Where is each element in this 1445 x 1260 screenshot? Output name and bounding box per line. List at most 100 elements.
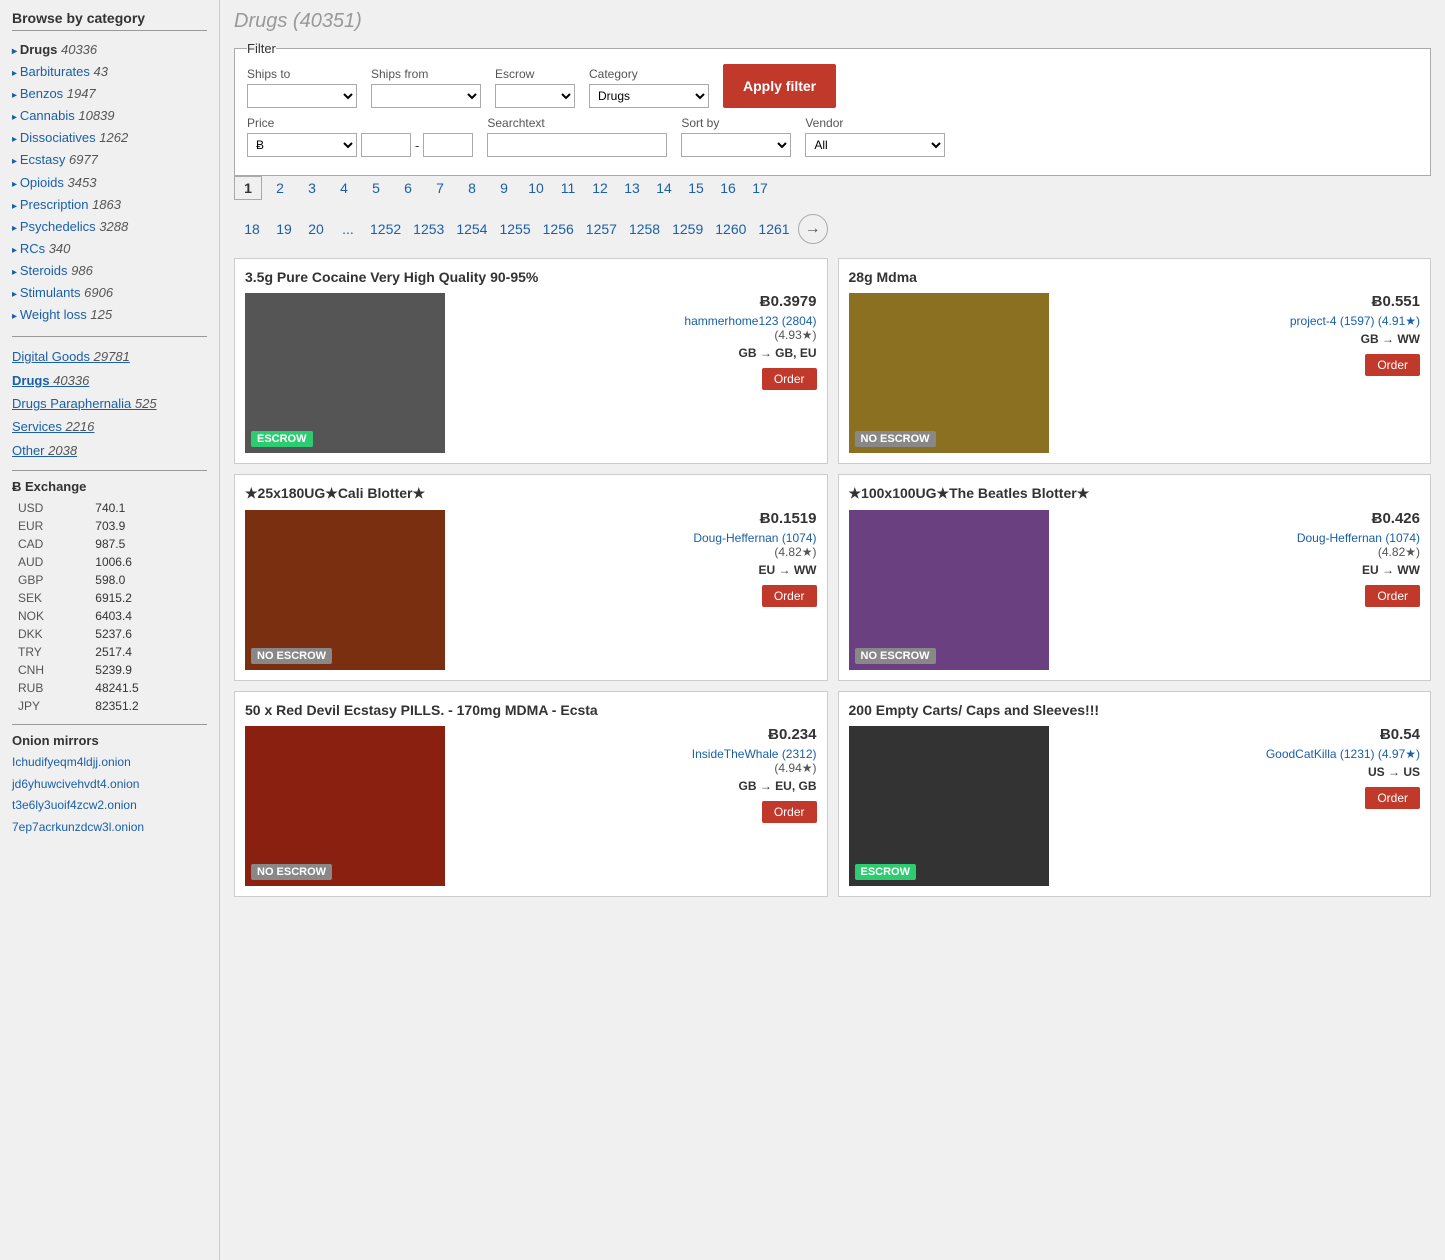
next-page-arrow[interactable]: → xyxy=(798,214,828,244)
page-1256[interactable]: 1256 xyxy=(539,218,578,240)
page-4[interactable]: 4 xyxy=(330,177,358,199)
price-group: Ƀ - xyxy=(247,133,473,157)
page-1252[interactable]: 1252 xyxy=(366,218,405,240)
sort-by-select[interactable] xyxy=(681,133,791,157)
ships-from-select[interactable] xyxy=(371,84,481,108)
order-button-0[interactable]: Order xyxy=(762,368,817,390)
page-...[interactable]: ... xyxy=(334,218,362,240)
browse-title: Browse by category xyxy=(12,10,207,31)
sidebar-item-rcs[interactable]: RCs 340 xyxy=(12,238,207,260)
product-ships-0: GB → GB, EU xyxy=(455,346,817,360)
sidebar-item-barbiturates[interactable]: Barbiturates 43 xyxy=(12,61,207,83)
sidebar-secondary-services[interactable]: Services 2216 xyxy=(12,415,207,438)
sidebar-secondary-other[interactable]: Other 2038 xyxy=(12,439,207,462)
page-15[interactable]: 15 xyxy=(682,177,710,199)
sidebar-item-benzos[interactable]: Benzos 1947 xyxy=(12,83,207,105)
price-currency-select[interactable]: Ƀ xyxy=(247,133,357,157)
sort-by-label: Sort by xyxy=(681,116,791,130)
page-20[interactable]: 20 xyxy=(302,218,330,240)
escrow-badge-2: NO ESCROW xyxy=(251,648,332,664)
onion-link[interactable]: jd6yhuwcivehvdt4.onion xyxy=(12,774,207,796)
page-17[interactable]: 17 xyxy=(746,177,774,199)
page-1259[interactable]: 1259 xyxy=(668,218,707,240)
product-body-1: NO ESCROW Ƀ0.551 project-4 (1597) (4.91★… xyxy=(849,293,1421,453)
product-card-4: 50 x Red Devil Ecstasy PILLS. - 170mg MD… xyxy=(234,691,828,897)
vendor-field: Vendor All xyxy=(805,116,945,157)
product-ships-5: US → US xyxy=(1059,765,1421,779)
page-10[interactable]: 10 xyxy=(522,177,550,199)
product-body-2: NO ESCROW Ƀ0.1519 Doug-Heffernan (1074) … xyxy=(245,510,817,670)
product-vendor-5: GoodCatKilla (1231) (4.97★) xyxy=(1059,747,1421,761)
sidebar-item-ecstasy[interactable]: Ecstasy 6977 xyxy=(12,149,207,171)
page-1[interactable]: 1 xyxy=(234,176,262,200)
onion-link[interactable]: 7ep7acrkunzdcw3l.onion xyxy=(12,817,207,839)
exchange-row-usd: USD740.1 xyxy=(14,500,205,516)
product-card-0: 3.5g Pure Cocaine Very High Quality 90-9… xyxy=(234,258,828,464)
page-11[interactable]: 11 xyxy=(554,177,582,199)
page-1254[interactable]: 1254 xyxy=(452,218,491,240)
escrow-select[interactable] xyxy=(495,84,575,108)
price-max-input[interactable] xyxy=(423,133,473,157)
sidebar-item-stimulants[interactable]: Stimulants 6906 xyxy=(12,282,207,304)
exchange-table: USD740.1EUR703.9CAD987.5AUD1006.6GBP598.… xyxy=(12,498,207,716)
searchtext-label: Searchtext xyxy=(487,116,667,130)
sidebar-item-cannabis[interactable]: Cannabis 10839 xyxy=(12,105,207,127)
page-title: Drugs (40351) xyxy=(234,10,1431,33)
page-1258[interactable]: 1258 xyxy=(625,218,664,240)
sidebar-item-prescription[interactable]: Prescription 1863 xyxy=(12,194,207,216)
searchtext-input[interactable] xyxy=(487,133,667,157)
product-vendor-3: Doug-Heffernan (1074) xyxy=(1059,531,1421,545)
sidebar-item-opioids[interactable]: Opioids 3453 xyxy=(12,172,207,194)
ships-to-label: Ships to xyxy=(247,67,357,81)
order-button-3[interactable]: Order xyxy=(1365,585,1420,607)
product-body-0: ESCROW Ƀ0.3979 hammerhome123 (2804) (4.9… xyxy=(245,293,817,453)
onion-link[interactable]: Ichudifyeqm4ldjj.onion xyxy=(12,752,207,774)
sidebar-secondary-drugs-paraphernalia[interactable]: Drugs Paraphernalia 525 xyxy=(12,392,207,415)
page-3[interactable]: 3 xyxy=(298,177,326,199)
sidebar-item-steroids[interactable]: Steroids 986 xyxy=(12,260,207,282)
order-button-4[interactable]: Order xyxy=(762,801,817,823)
page-1260[interactable]: 1260 xyxy=(711,218,750,240)
page-1253[interactable]: 1253 xyxy=(409,218,448,240)
page-12[interactable]: 12 xyxy=(586,177,614,199)
page-16[interactable]: 16 xyxy=(714,177,742,199)
product-price-3: Ƀ0.426 xyxy=(1059,510,1421,527)
sidebar-item-drugs[interactable]: Drugs 40336 xyxy=(12,39,207,61)
vendor-label: Vendor xyxy=(805,116,945,130)
product-vendor-4: InsideTheWhale (2312) xyxy=(455,747,817,761)
page-9[interactable]: 9 xyxy=(490,177,518,199)
exchange-row-rub: RUB48241.5 xyxy=(14,680,205,696)
page-5[interactable]: 5 xyxy=(362,177,390,199)
order-button-1[interactable]: Order xyxy=(1365,354,1420,376)
exchange-row-try: TRY2517.4 xyxy=(14,644,205,660)
page-6[interactable]: 6 xyxy=(394,177,422,199)
page-8[interactable]: 8 xyxy=(458,177,486,199)
order-button-2[interactable]: Order xyxy=(762,585,817,607)
page-1261[interactable]: 1261 xyxy=(754,218,793,240)
category-select[interactable]: Drugs xyxy=(589,84,709,108)
onion-link[interactable]: t3e6ly3uoif4zcw2.onion xyxy=(12,795,207,817)
page-1257[interactable]: 1257 xyxy=(582,218,621,240)
sidebar-secondary-drugs[interactable]: Drugs 40336 xyxy=(12,369,207,392)
page-13[interactable]: 13 xyxy=(618,177,646,199)
sidebar-item-psychedelics[interactable]: Psychedelics 3288 xyxy=(12,216,207,238)
escrow-badge-3: NO ESCROW xyxy=(855,648,936,664)
page-1255[interactable]: 1255 xyxy=(495,218,534,240)
product-card-2: ★25x180UG★Cali Blotter★ NO ESCROW Ƀ0.151… xyxy=(234,474,828,681)
apply-filter-button[interactable]: Apply filter xyxy=(723,64,836,108)
escrow-badge-5: ESCROW xyxy=(855,864,917,880)
ships-to-select[interactable] xyxy=(247,84,357,108)
sidebar-item-weight-loss[interactable]: Weight loss 125 xyxy=(12,304,207,326)
page-2[interactable]: 2 xyxy=(266,177,294,199)
sidebar-secondary-digital-goods[interactable]: Digital Goods 29781 xyxy=(12,345,207,368)
sidebar-item-dissociatives[interactable]: Dissociatives 1262 xyxy=(12,127,207,149)
page-18[interactable]: 18 xyxy=(238,218,266,240)
filter-row1: Ships to Ships from Escrow Category Drug… xyxy=(247,64,1418,108)
page-7[interactable]: 7 xyxy=(426,177,454,199)
page-19[interactable]: 19 xyxy=(270,218,298,240)
product-card-3: ★100x100UG★The Beatles Blotter★ NO ESCRO… xyxy=(838,474,1432,681)
vendor-select[interactable]: All xyxy=(805,133,945,157)
order-button-5[interactable]: Order xyxy=(1365,787,1420,809)
price-min-input[interactable] xyxy=(361,133,411,157)
page-14[interactable]: 14 xyxy=(650,177,678,199)
